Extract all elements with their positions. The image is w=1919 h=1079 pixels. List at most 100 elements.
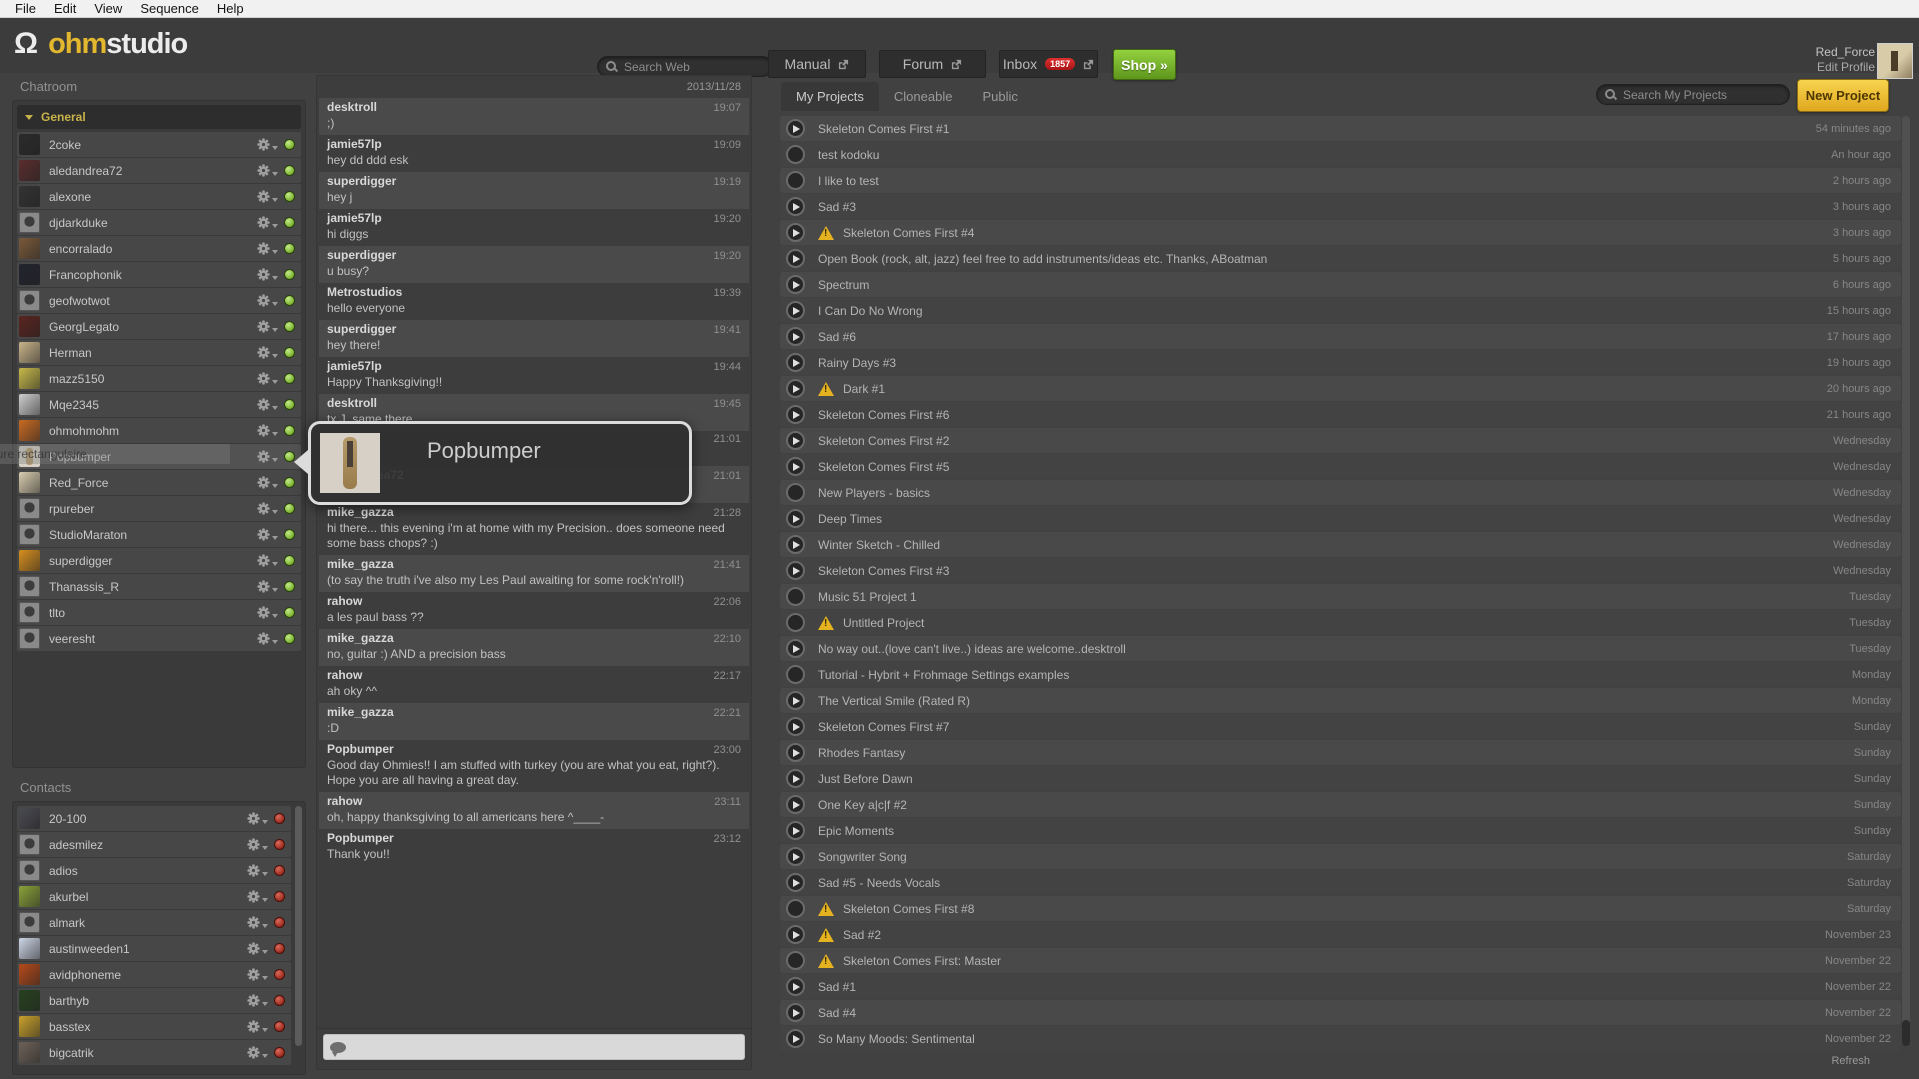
- play-button[interactable]: [786, 223, 805, 242]
- project-row[interactable]: Songwriter SongSaturday: [780, 844, 1901, 869]
- project-row[interactable]: Dark #120 hours ago: [780, 376, 1901, 401]
- gear-icon[interactable]: [257, 242, 270, 255]
- chatroom-user-row[interactable]: alexone: [17, 184, 301, 209]
- gear-icon[interactable]: [247, 1046, 260, 1059]
- chat-message[interactable]: Metrostudios19:39hello everyone: [319, 283, 749, 320]
- search-projects-box[interactable]: [1596, 84, 1790, 105]
- gear-dropdown-caret-icon[interactable]: [272, 406, 278, 410]
- gear-icon[interactable]: [257, 398, 270, 411]
- play-button[interactable]: [786, 847, 805, 866]
- menu-item-edit[interactable]: Edit: [45, 1, 85, 16]
- chat-message[interactable]: mike_gazza22:21:D: [319, 703, 749, 740]
- chat-message[interactable]: mike_gazza22:10no, guitar :) AND a preci…: [319, 629, 749, 666]
- chatroom-user-row[interactable]: Herman: [17, 340, 301, 365]
- gear-icon[interactable]: [257, 632, 270, 645]
- chatroom-user-row[interactable]: djdarkduke: [17, 210, 301, 235]
- project-row[interactable]: Skeleton Comes First: MasterNovember 22: [780, 948, 1901, 973]
- gear-icon[interactable]: [257, 502, 270, 515]
- project-row[interactable]: The Vertical Smile (Rated R)Monday: [780, 688, 1901, 713]
- forum-button[interactable]: Forum: [879, 50, 986, 78]
- projects-scrollbar[interactable]: [1902, 116, 1910, 1046]
- project-row[interactable]: Untitled ProjectTuesday: [780, 610, 1901, 635]
- gear-dropdown-caret-icon[interactable]: [262, 872, 268, 876]
- gear-icon[interactable]: [247, 864, 260, 877]
- contact-row[interactable]: basstex: [17, 1014, 291, 1039]
- contacts-scrollbar[interactable]: [295, 806, 302, 1046]
- gear-icon[interactable]: [257, 138, 270, 151]
- project-row[interactable]: Winter Sketch - ChilledWednesday: [780, 532, 1901, 557]
- chatroom-user-row[interactable]: aledandrea72: [17, 158, 301, 183]
- play-button[interactable]: [786, 769, 805, 788]
- chat-message[interactable]: rahow22:06a les paul bass ??: [319, 592, 749, 629]
- gear-dropdown-caret-icon[interactable]: [272, 614, 278, 618]
- gear-icon[interactable]: [257, 346, 270, 359]
- gear-icon[interactable]: [257, 164, 270, 177]
- project-row[interactable]: Skeleton Comes First #7Sunday: [780, 714, 1901, 739]
- chat-message[interactable]: superdigger19:41hey there!: [319, 320, 749, 357]
- tab-public[interactable]: Public: [967, 82, 1032, 111]
- contact-row[interactable]: almark: [17, 910, 291, 935]
- tab-cloneable[interactable]: Cloneable: [879, 82, 968, 111]
- project-row[interactable]: test kodokuAn hour ago: [780, 142, 1901, 167]
- play-button[interactable]: [786, 743, 805, 762]
- refresh-link[interactable]: Refresh: [1831, 1055, 1870, 1067]
- gear-dropdown-caret-icon[interactable]: [262, 950, 268, 954]
- project-row[interactable]: So Many Moods: SentimentalNovember 22: [780, 1026, 1901, 1051]
- project-row[interactable]: Sad #4November 22: [780, 1000, 1901, 1025]
- play-button[interactable]: [786, 431, 805, 450]
- play-button[interactable]: [786, 1003, 805, 1022]
- manual-button[interactable]: Manual: [768, 50, 866, 78]
- project-row[interactable]: Skeleton Comes First #2Wednesday: [780, 428, 1901, 453]
- contact-row[interactable]: akurbel: [17, 884, 291, 909]
- gear-icon[interactable]: [257, 528, 270, 541]
- project-status-circle[interactable]: [786, 587, 805, 606]
- gear-dropdown-caret-icon[interactable]: [272, 172, 278, 176]
- search-projects-input[interactable]: [1621, 87, 1781, 103]
- contact-row[interactable]: barthyb: [17, 988, 291, 1013]
- project-row[interactable]: Spectrum6 hours ago: [780, 272, 1901, 297]
- play-button[interactable]: [786, 327, 805, 346]
- project-status-circle[interactable]: [786, 951, 805, 970]
- gear-dropdown-caret-icon[interactable]: [262, 846, 268, 850]
- gear-dropdown-caret-icon[interactable]: [272, 328, 278, 332]
- project-row[interactable]: Sad #617 hours ago: [780, 324, 1901, 349]
- play-button[interactable]: [786, 639, 805, 658]
- chat-message[interactable]: mike_gazza21:28hi there... this evening …: [319, 503, 749, 555]
- play-button[interactable]: [786, 873, 805, 892]
- chatroom-group-general[interactable]: General: [17, 105, 301, 129]
- project-row[interactable]: Open Book (rock, alt, jazz) feel free to…: [780, 246, 1901, 271]
- search-web-box[interactable]: [597, 56, 773, 77]
- play-button[interactable]: [786, 249, 805, 268]
- project-status-circle[interactable]: [786, 665, 805, 684]
- chatroom-user-row[interactable]: veeresht: [17, 626, 301, 651]
- gear-icon[interactable]: [247, 942, 260, 955]
- chatroom-user-row[interactable]: Mqe2345: [17, 392, 301, 417]
- gear-icon[interactable]: [247, 890, 260, 903]
- chat-message[interactable]: jamie57lp19:09hey dd ddd esk: [319, 135, 749, 172]
- project-row[interactable]: Sad #2November 23: [780, 922, 1901, 947]
- gear-dropdown-caret-icon[interactable]: [262, 976, 268, 980]
- chat-message[interactable]: Popbumper23:12Thank you!!: [319, 829, 749, 866]
- play-button[interactable]: [786, 691, 805, 710]
- gear-dropdown-caret-icon[interactable]: [262, 1028, 268, 1032]
- chat-message[interactable]: superdigger19:19hey j: [319, 172, 749, 209]
- contact-row[interactable]: 20-100: [17, 806, 291, 831]
- chat-message[interactable]: superdigger19:20u busy?: [319, 246, 749, 283]
- contact-row[interactable]: adesmilez: [17, 832, 291, 857]
- chatroom-user-row[interactable]: Francophonik: [17, 262, 301, 287]
- gear-dropdown-caret-icon[interactable]: [272, 198, 278, 202]
- play-button[interactable]: [786, 925, 805, 944]
- chatroom-user-row[interactable]: GeorgLegato: [17, 314, 301, 339]
- chat-message[interactable]: jamie57lp19:20hi diggs: [319, 209, 749, 246]
- gear-dropdown-caret-icon[interactable]: [272, 354, 278, 358]
- gear-icon[interactable]: [257, 606, 270, 619]
- chatroom-user-row[interactable]: mazz5150: [17, 366, 301, 391]
- chatroom-user-row[interactable]: tlto: [17, 600, 301, 625]
- play-button[interactable]: [786, 379, 805, 398]
- gear-dropdown-caret-icon[interactable]: [272, 536, 278, 540]
- project-row[interactable]: New Players - basicsWednesday: [780, 480, 1901, 505]
- play-button[interactable]: [786, 457, 805, 476]
- play-button[interactable]: [786, 535, 805, 554]
- play-button[interactable]: [786, 405, 805, 424]
- chatroom-user-row[interactable]: Thanassis_R: [17, 574, 301, 599]
